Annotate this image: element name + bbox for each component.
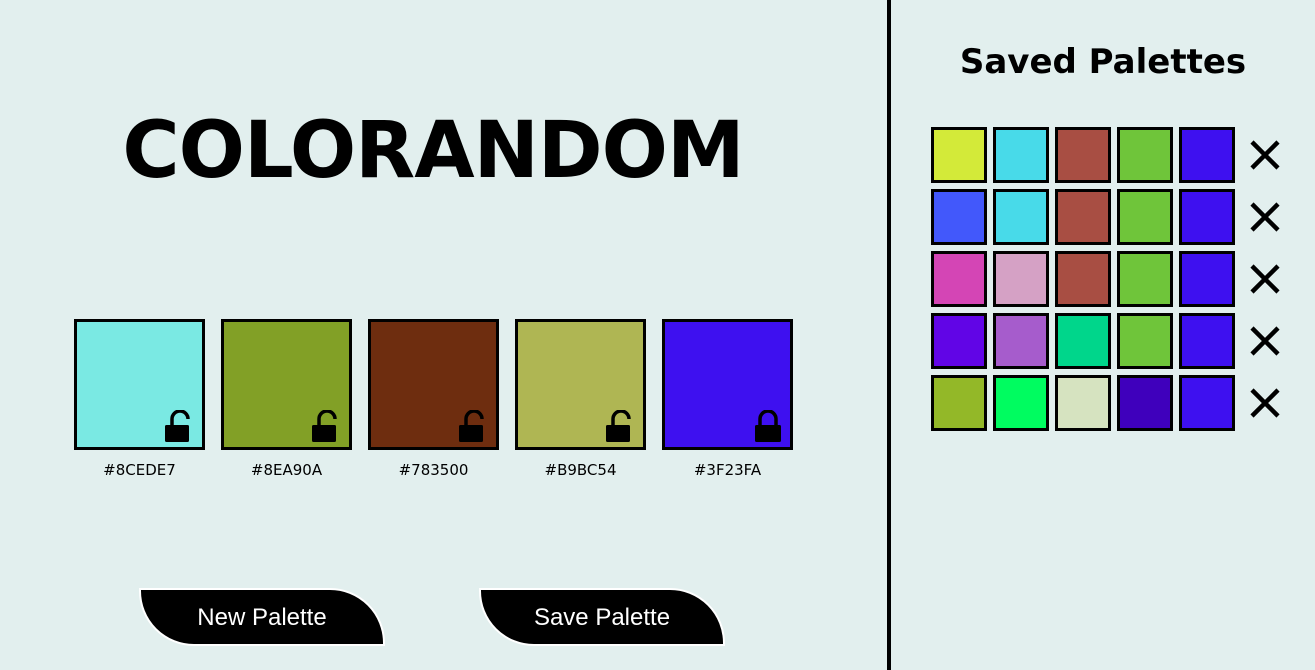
saved-color-swatch	[1117, 313, 1173, 369]
color-swatch[interactable]	[368, 319, 499, 450]
saved-color-swatch	[931, 189, 987, 245]
saved-color-swatch	[1055, 375, 1111, 431]
saved-color-swatch	[993, 251, 1049, 307]
app-title: COLORANDOM	[122, 106, 744, 196]
swatch-column: #3F23FA	[662, 319, 793, 480]
close-x-icon[interactable]	[1247, 323, 1283, 359]
saved-palettes-panel: Saved Palettes	[891, 0, 1315, 670]
save-palette-button[interactable]: Save Palette	[479, 588, 725, 646]
current-palette: #8CEDE7 #8EA90A #783500 #B9BC54 #3F23FA	[74, 319, 793, 480]
saved-palette-row[interactable]	[931, 126, 1283, 184]
saved-color-swatch	[1055, 127, 1111, 183]
color-swatch[interactable]	[515, 319, 646, 450]
saved-color-swatch	[1179, 189, 1235, 245]
hex-code: #3F23FA	[693, 461, 762, 479]
saved-color-swatch	[993, 313, 1049, 369]
saved-color-swatch	[1117, 189, 1173, 245]
swatch-column: #B9BC54	[515, 319, 646, 480]
saved-palettes-list	[931, 126, 1283, 436]
saved-color-swatch	[993, 189, 1049, 245]
color-swatch[interactable]	[74, 319, 205, 450]
saved-color-swatch	[1117, 251, 1173, 307]
unlocked-padlock-icon[interactable]	[459, 410, 489, 442]
color-swatch[interactable]	[221, 319, 352, 450]
saved-palette-row[interactable]	[931, 312, 1283, 370]
saved-color-swatch	[1179, 375, 1235, 431]
saved-color-swatch	[1055, 189, 1111, 245]
unlocked-padlock-icon[interactable]	[312, 410, 342, 442]
saved-color-swatch	[931, 375, 987, 431]
close-x-icon[interactable]	[1247, 137, 1283, 173]
hex-code: #8EA90A	[250, 461, 323, 479]
saved-color-swatch	[1179, 313, 1235, 369]
saved-palette-row[interactable]	[931, 250, 1283, 308]
swatch-column: #8EA90A	[221, 319, 352, 480]
saved-color-swatch	[1179, 127, 1235, 183]
unlocked-padlock-icon[interactable]	[606, 410, 636, 442]
saved-color-swatch	[1117, 375, 1173, 431]
close-x-icon[interactable]	[1247, 261, 1283, 297]
close-x-icon[interactable]	[1247, 385, 1283, 421]
saved-color-swatch	[931, 127, 987, 183]
saved-palettes-title: Saved Palettes	[959, 42, 1247, 82]
hex-code: #783500	[398, 461, 469, 479]
hex-code: #B9BC54	[544, 461, 617, 479]
saved-palette-row[interactable]	[931, 188, 1283, 246]
color-swatch[interactable]	[662, 319, 793, 450]
close-x-icon[interactable]	[1247, 199, 1283, 235]
hex-code: #8CEDE7	[103, 461, 176, 479]
saved-color-swatch	[1117, 127, 1173, 183]
saved-color-swatch	[1179, 251, 1235, 307]
saved-palette-row[interactable]	[931, 374, 1283, 432]
saved-color-swatch	[1055, 313, 1111, 369]
main-panel: COLORANDOM #8CEDE7 #8EA90A #783500 #B9BC…	[0, 0, 887, 670]
saved-color-swatch	[931, 251, 987, 307]
saved-color-swatch	[1055, 251, 1111, 307]
saved-color-swatch	[993, 375, 1049, 431]
swatch-column: #783500	[368, 319, 499, 480]
unlocked-padlock-icon[interactable]	[165, 410, 195, 442]
saved-color-swatch	[931, 313, 987, 369]
new-palette-button[interactable]: New Palette	[139, 588, 385, 646]
locked-padlock-icon[interactable]	[753, 410, 783, 442]
saved-color-swatch	[993, 127, 1049, 183]
swatch-column: #8CEDE7	[74, 319, 205, 480]
